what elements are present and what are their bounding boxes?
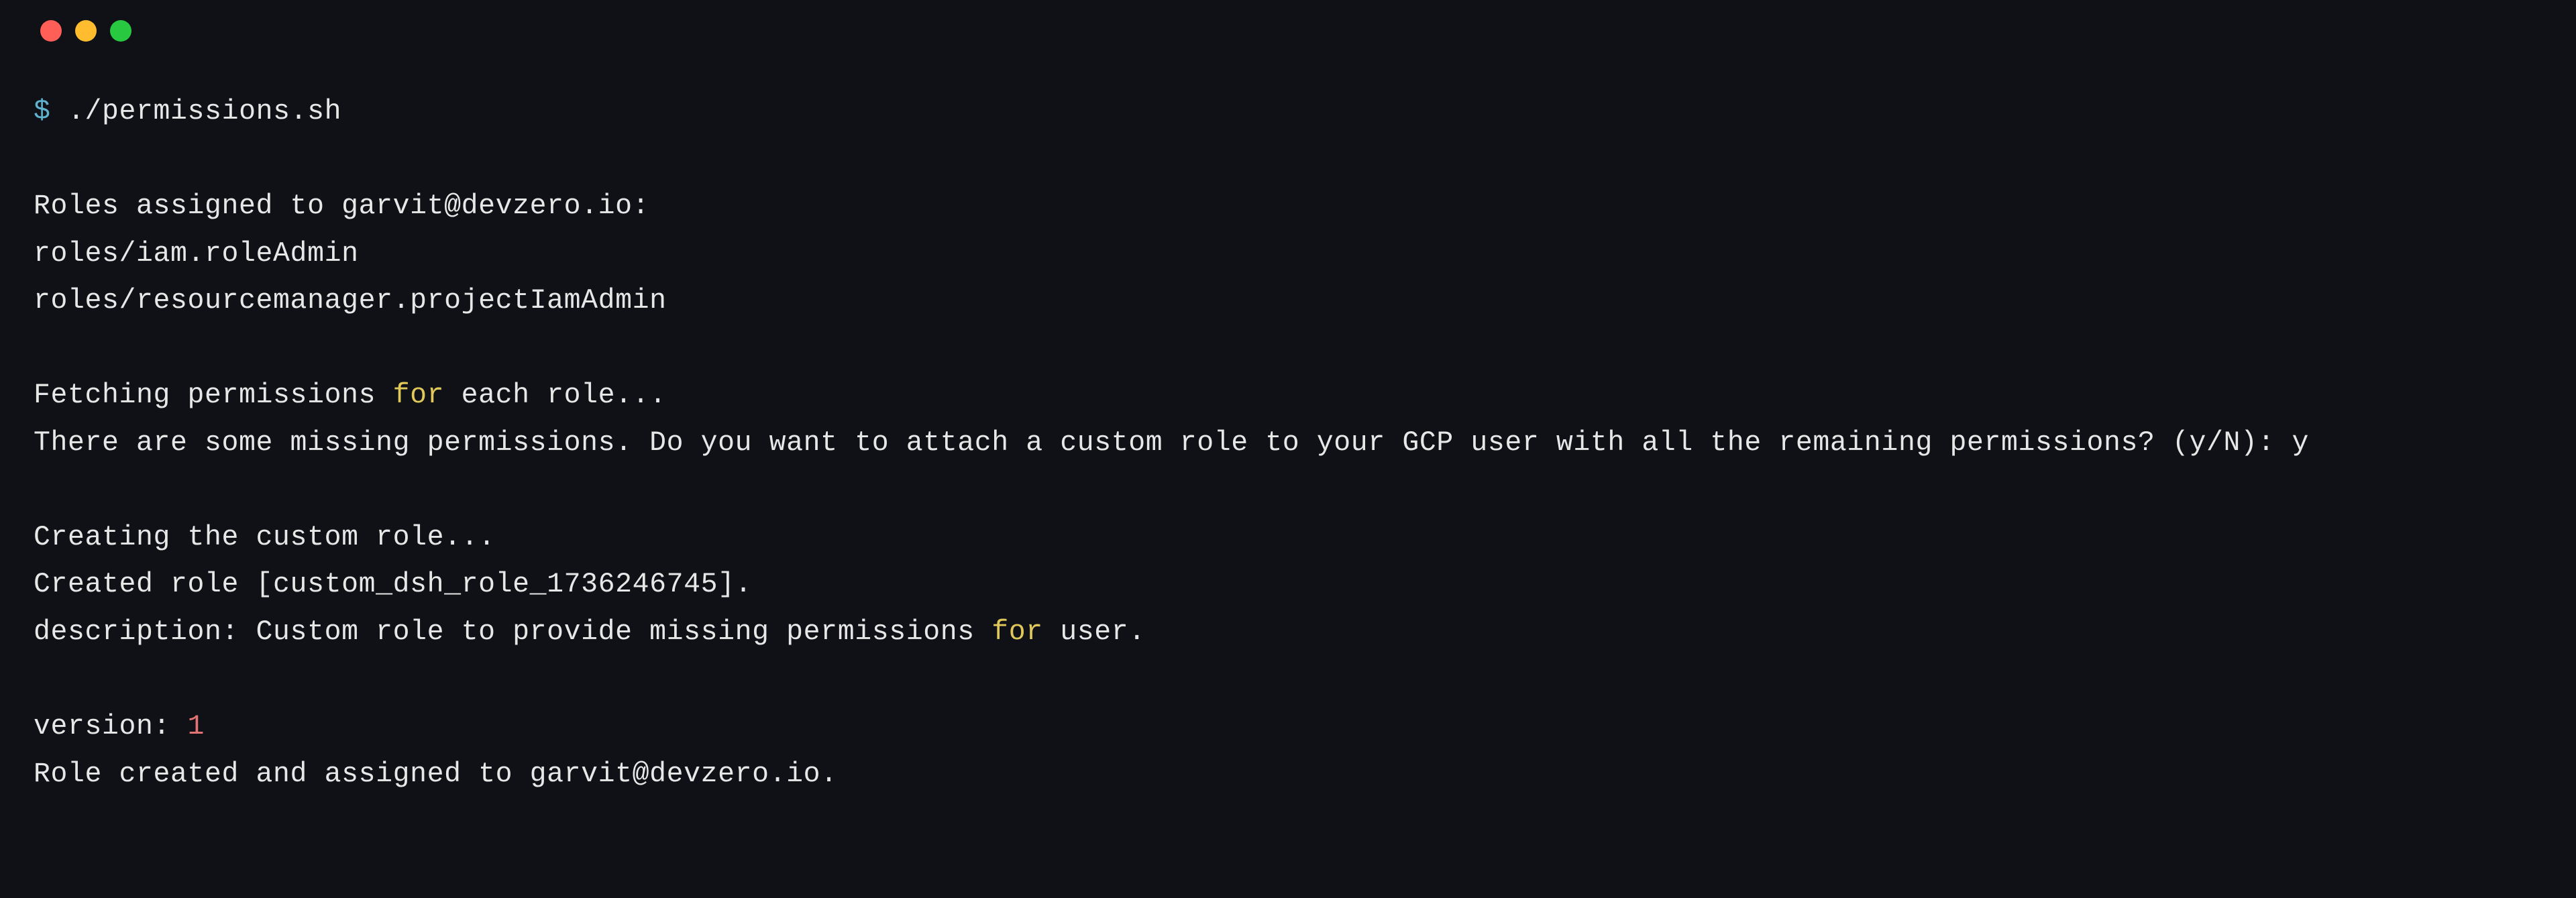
fetch-line-post: each role... (444, 380, 667, 411)
prompt-symbol: $ (34, 96, 51, 127)
assigned-line: Role created and assigned to garvit@devz… (34, 759, 838, 790)
creating-line: Creating the custom role... (34, 522, 496, 553)
prompt-answer: y (2292, 427, 2310, 459)
keyword-for: for (991, 616, 1043, 648)
version-number: 1 (188, 711, 205, 742)
version-label: version: (34, 711, 188, 742)
terminal-output[interactable]: $ ./permissions.sh Roles assigned to gar… (0, 62, 2576, 798)
role-line: roles/resourcemanager.projectIamAdmin (34, 285, 667, 317)
maximize-icon[interactable] (110, 20, 131, 42)
desc-post: user. (1043, 616, 1146, 648)
role-line: roles/iam.roleAdmin (34, 238, 359, 270)
close-icon[interactable] (40, 20, 62, 42)
blank-line (34, 467, 2542, 514)
desc-pre: description: Custom role to provide miss… (34, 616, 991, 648)
window-titlebar (0, 0, 2576, 62)
created-line: Created role [custom_dsh_role_1736246745… (34, 569, 752, 600)
command-text: ./permissions.sh (68, 96, 341, 127)
blank-line (34, 325, 2542, 373)
blank-line (34, 657, 2542, 704)
blank-line (34, 136, 2542, 184)
roles-header: Roles assigned to garvit@devzero.io: (34, 190, 649, 222)
minimize-icon[interactable] (75, 20, 97, 42)
keyword-for: for (393, 380, 445, 411)
missing-prompt: There are some missing permissions. Do y… (34, 427, 2292, 459)
terminal-window: $ ./permissions.sh Roles assigned to gar… (0, 0, 2576, 898)
fetch-line-pre: Fetching permissions (34, 380, 393, 411)
